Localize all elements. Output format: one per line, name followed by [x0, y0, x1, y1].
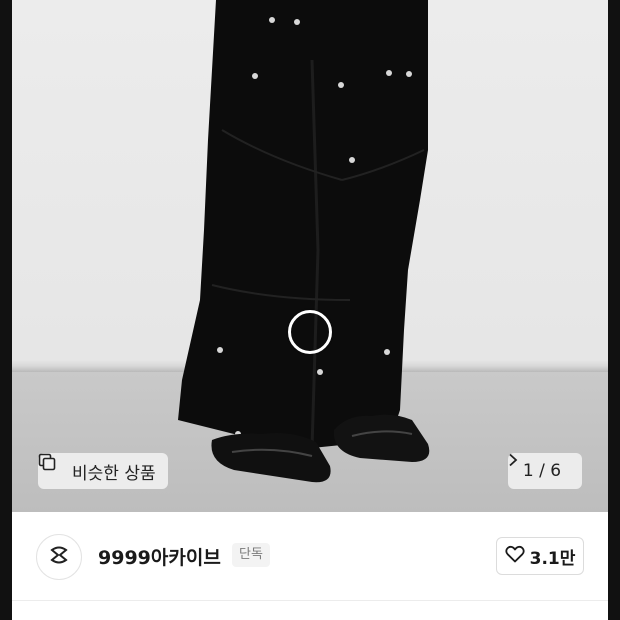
heart-outline-icon: [505, 545, 525, 568]
similar-items-icon: [38, 453, 66, 480]
similar-items-label: 비슷한 상품: [72, 463, 156, 484]
brand-logo-icon: [48, 544, 70, 570]
touch-indicator: [288, 310, 332, 354]
image-counter-text: 1 / 6: [522, 461, 562, 481]
similar-items-button[interactable]: 비슷한 상품: [38, 453, 168, 489]
like-button[interactable]: 3.1만: [496, 537, 584, 575]
exclusive-badge: 단독: [232, 543, 270, 567]
seller-name[interactable]: 9999아카이브: [98, 543, 221, 570]
seller-row[interactable]: 9999아카이브 단독 3.1만: [12, 512, 608, 601]
product-photo: [178, 0, 430, 483]
image-counter[interactable]: 1 / 6: [508, 453, 582, 489]
product-detail-page: 비슷한 상품 1 / 6 9999아카이브 단독 3.1만: [12, 0, 608, 620]
seller-avatar[interactable]: [36, 534, 82, 580]
product-image-carousel[interactable]: 비슷한 상품 1 / 6: [12, 0, 608, 512]
like-count: 3.1만: [529, 548, 576, 569]
